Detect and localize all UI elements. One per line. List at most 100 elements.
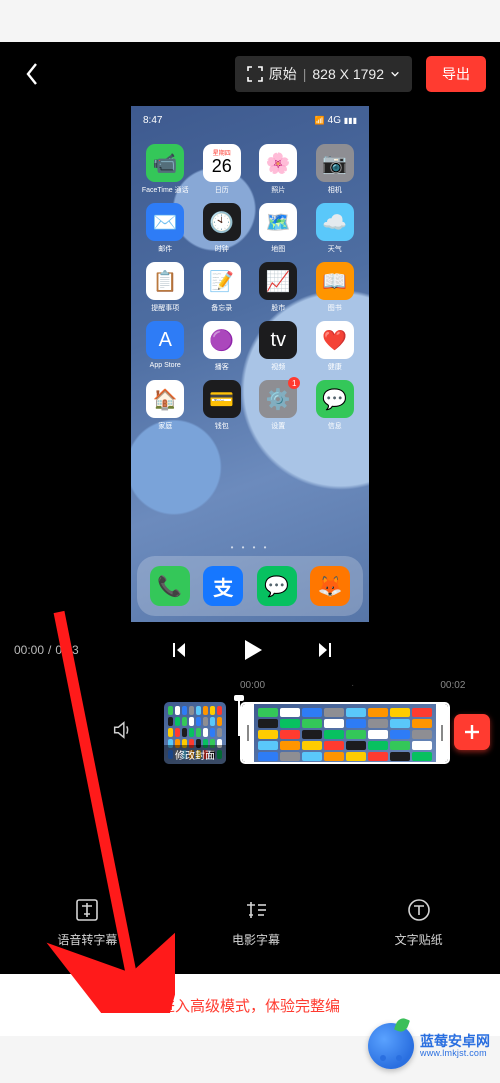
app-label: 信息 bbox=[328, 421, 342, 431]
app-icon: tv bbox=[259, 321, 297, 359]
app-label: 日历 bbox=[215, 185, 229, 195]
tick: 00:00 bbox=[240, 680, 265, 694]
cover-thumbnail[interactable]: 修改封面 bbox=[164, 702, 226, 764]
tool-label: 电影字幕 bbox=[232, 931, 280, 948]
tool-label: 文字贴纸 bbox=[395, 931, 443, 948]
app-icon: 💳 bbox=[203, 380, 241, 418]
text-sticker-icon bbox=[406, 897, 432, 923]
next-button[interactable] bbox=[317, 641, 335, 659]
app-label: 播客 bbox=[215, 362, 229, 372]
phone-app: ✉️ 邮件 bbox=[141, 203, 190, 254]
aspect-ratio-button[interactable]: 原始 | 828 X 1792 bbox=[235, 56, 412, 92]
app-label: 相机 bbox=[328, 185, 342, 195]
dock-app-wechat: 💬 bbox=[257, 566, 297, 606]
phone-app: 📝备忘录 bbox=[198, 262, 247, 313]
play-button[interactable] bbox=[239, 637, 265, 663]
app-icon: 💬 bbox=[316, 380, 354, 418]
video-editor: 原始 | 828 X 1792 导出 8:47 📶 4G ▮▮▮ 📹FaceTi… bbox=[0, 42, 500, 1036]
tool-speech-to-subtitle[interactable]: 语音转字幕 bbox=[57, 897, 117, 948]
phone-app: 📖 图书 bbox=[311, 262, 360, 313]
app-label: 地图 bbox=[271, 244, 285, 254]
clip-handle-right[interactable] bbox=[441, 725, 443, 741]
mute-button[interactable] bbox=[108, 716, 136, 744]
back-button[interactable] bbox=[14, 56, 50, 92]
phone-app: 💳 钱包 bbox=[198, 380, 247, 431]
prev-button[interactable] bbox=[169, 641, 187, 659]
cover-label: 修改封面 bbox=[164, 745, 226, 764]
badge: 1 bbox=[288, 377, 300, 389]
phone-app: ☁️ 天气 bbox=[311, 203, 360, 254]
video-clip[interactable] bbox=[240, 702, 450, 764]
app-label: 视频 bbox=[271, 362, 285, 372]
tool-movie-subtitle[interactable]: 电影字幕 bbox=[232, 897, 280, 948]
time-current: 00:00 bbox=[14, 643, 44, 657]
page-dots: • • • • bbox=[131, 543, 369, 556]
watermark-logo bbox=[368, 1023, 414, 1069]
app-icon: 📖 bbox=[316, 262, 354, 300]
app-label: 照片 bbox=[271, 185, 285, 195]
app-icon: 📷 bbox=[316, 144, 354, 182]
preview-area[interactable]: 8:47 📶 4G ▮▮▮ 📹FaceTime 通话星期四26日历🌸照片📷相机✉… bbox=[0, 106, 500, 622]
phone-app: 📈 股市 bbox=[254, 262, 303, 313]
export-button[interactable]: 导出 bbox=[426, 56, 486, 92]
watermark: 蓝莓安卓网 www.lmkjst.com bbox=[368, 1023, 490, 1069]
app-label: 提醒事项 bbox=[151, 303, 179, 313]
app-label: 家庭 bbox=[158, 421, 172, 431]
app-label: FaceTime 通话 bbox=[142, 185, 189, 195]
playhead[interactable] bbox=[238, 698, 240, 736]
app-icon: 🏠 bbox=[146, 380, 184, 418]
app-icon: 星期四26 bbox=[203, 144, 241, 182]
phone-app: 🟣 播客 bbox=[198, 321, 247, 372]
tool-label: 语音转字幕 bbox=[57, 931, 117, 948]
phone-dock: 📞支💬🦊 bbox=[137, 556, 363, 616]
phone-app: 🌸照片 bbox=[254, 144, 303, 195]
app-icon: 📋 bbox=[146, 262, 184, 300]
app-label: 邮件 bbox=[158, 244, 172, 254]
app-icon: 🗺️ bbox=[259, 203, 297, 241]
app-label: 时钟 bbox=[215, 244, 229, 254]
app-label: 图书 bbox=[328, 303, 342, 313]
movie-subtitle-icon bbox=[243, 897, 269, 923]
ratio-dimensions: 828 X 1792 bbox=[312, 66, 384, 82]
add-clip-button[interactable] bbox=[454, 714, 490, 750]
clip-handle-left[interactable] bbox=[247, 725, 249, 741]
tool-text-sticker[interactable]: 文字贴纸 bbox=[395, 897, 443, 948]
phone-app: 🏠 家庭 bbox=[141, 380, 190, 431]
phone-signal: 📶 4G ▮▮▮ bbox=[315, 115, 357, 126]
phone-app: 🗺️ 地图 bbox=[254, 203, 303, 254]
app-label: 备忘录 bbox=[211, 303, 232, 313]
dock-app-phone: 📞 bbox=[150, 566, 190, 606]
time-total: 00:3 bbox=[55, 643, 78, 657]
watermark-url: www.lmkjst.com bbox=[420, 1048, 487, 1058]
phone-app: ❤️ 健康 bbox=[311, 321, 360, 372]
app-icon: 🟣 bbox=[203, 321, 241, 359]
app-icon: ❤️ bbox=[316, 321, 354, 359]
app-icon: ☁️ bbox=[316, 203, 354, 241]
app-label: 设置 bbox=[271, 421, 285, 431]
watermark-name: 蓝莓安卓网 bbox=[420, 1034, 490, 1048]
tick: 00:02 bbox=[440, 680, 465, 694]
app-label: 股市 bbox=[271, 303, 285, 313]
app-icon: ✉️ bbox=[146, 203, 184, 241]
topbar: 原始 | 828 X 1792 导出 bbox=[0, 42, 500, 106]
phone-app-grid: 📹FaceTime 通话星期四26日历🌸照片📷相机✉️邮件🕙时钟🗺️地图☁️天气… bbox=[131, 132, 369, 431]
phone-app: 💬 信息 bbox=[311, 380, 360, 431]
timeline-ticks: 00:00 · 00:02 · bbox=[0, 680, 500, 694]
phone-app: tv 视频 bbox=[254, 321, 303, 372]
app-icon: 📈 bbox=[259, 262, 297, 300]
app-label: 天气 bbox=[328, 244, 342, 254]
timeline[interactable]: 00:00 · 00:02 · 修改封面 bbox=[0, 678, 500, 810]
ratio-label: 原始 bbox=[269, 64, 297, 84]
bottom-toolbar: 语音转字幕 电影字幕 文字贴纸 bbox=[0, 890, 500, 954]
dock-app-alipay: 支 bbox=[203, 566, 243, 606]
advanced-mode-text: 进入高级模式，体验完整编 bbox=[160, 995, 340, 1016]
phone-app: ⚙️1设置 bbox=[254, 380, 303, 431]
crop-icon bbox=[247, 66, 263, 82]
phone-app: A App Store bbox=[141, 321, 190, 372]
app-icon: A bbox=[146, 321, 184, 359]
app-label: App Store bbox=[150, 362, 181, 369]
speech-subtitle-icon bbox=[74, 897, 100, 923]
app-label: 钱包 bbox=[215, 421, 229, 431]
app-label: 健康 bbox=[328, 362, 342, 372]
phone-statusbar: 8:47 📶 4G ▮▮▮ bbox=[131, 108, 369, 132]
